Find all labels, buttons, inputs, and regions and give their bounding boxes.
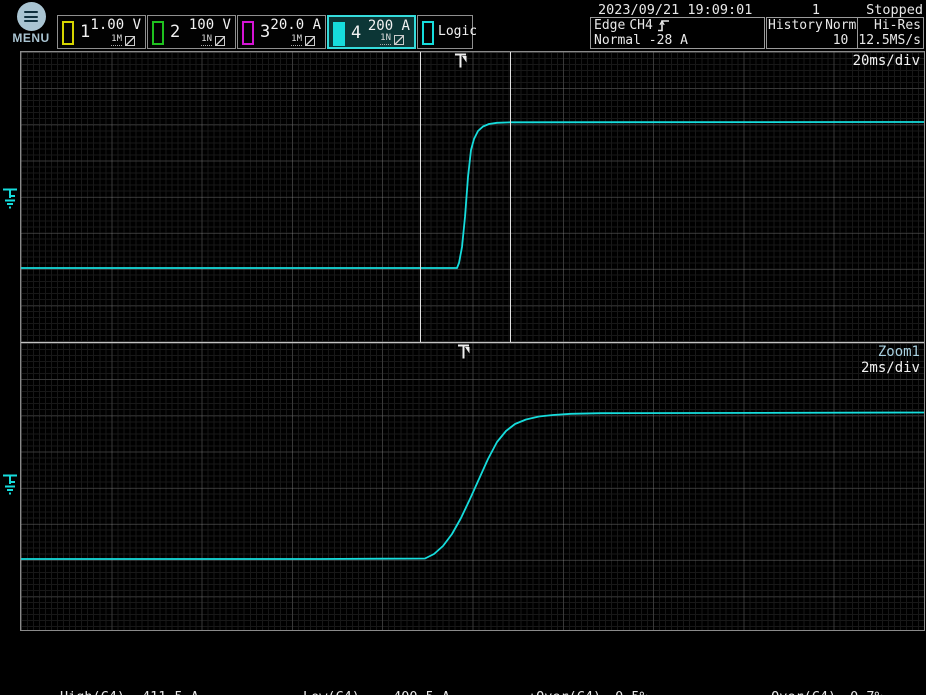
- channel-4-number: 4: [351, 23, 361, 43]
- trigger-line1: Edge CH4: [594, 18, 761, 33]
- trigger-line2: Normal -28 A: [594, 33, 761, 48]
- trigger-type: Edge: [594, 18, 625, 33]
- measurement-high: High(C4)411.5 A: [60, 689, 215, 695]
- main-waveform-window[interactable]: 20ms/div: [21, 52, 924, 343]
- run-status[interactable]: Stopped: [866, 2, 923, 18]
- measurement-value: -400.5 A: [371, 689, 450, 695]
- measurement-nover: -Over(C4)0.7%: [763, 689, 883, 695]
- ch4-trace-main: [21, 52, 924, 342]
- channel-2-number: 2: [170, 22, 180, 42]
- trigger-info-box[interactable]: Edge CH4 Normal -28 A: [590, 17, 765, 49]
- measurement-value: 0.7%: [836, 689, 883, 695]
- probe-icon: [125, 36, 135, 46]
- impedance-icon: 1M: [291, 35, 302, 46]
- probe-icon: [394, 35, 404, 45]
- acq-mode: Norm: [825, 18, 856, 33]
- resolution-mode: Hi-Res: [858, 18, 921, 33]
- channel-2-icons: 1N: [201, 35, 225, 46]
- measurement-value: 411.5 A: [128, 689, 199, 695]
- channel-1-number: 1: [80, 22, 90, 42]
- zoom-waveform-window[interactable]: Zoom1 2ms/div: [21, 343, 924, 630]
- channel-box-4[interactable]: 4 200 A 1N: [327, 15, 416, 49]
- zoom-window-title: Zoom1: [878, 344, 920, 360]
- acquisition-count: 1: [780, 2, 820, 18]
- scope-display: 20ms/div Zoom1 2ms/div: [20, 51, 925, 631]
- measurement-low: Low(C4)-400.5 A: [303, 689, 450, 695]
- zoom-region-right-line[interactable]: [510, 52, 511, 342]
- trigger-position-marker[interactable]: [454, 53, 468, 69]
- channel-2-scale: 100 V: [189, 17, 231, 33]
- menu-label: MENU: [10, 31, 52, 45]
- datetime: 2023/09/21 19:09:01: [598, 2, 752, 18]
- sample-rate: 12.5MS/s: [858, 33, 921, 48]
- measurement-label: +Over(C4): [528, 689, 601, 695]
- channel-4-icons: 1N: [380, 34, 404, 45]
- measurement-column-3: +Over(C4)0.5%: [528, 657, 648, 695]
- channel-3-color-bar: [242, 21, 254, 45]
- ch4-ground-marker-main[interactable]: [1, 186, 20, 210]
- logic-label: Logic: [438, 24, 477, 39]
- acquisition-info-box[interactable]: History Norm 10 Hi-Res 12.5MS/s: [766, 17, 924, 49]
- channel-1-icons: 1M: [111, 35, 135, 46]
- history-section: History Norm 10: [767, 18, 858, 48]
- zoom-region-left-line[interactable]: [420, 52, 421, 342]
- rising-edge-icon: [657, 19, 670, 32]
- channel-2-color-bar: [152, 21, 164, 45]
- oscilloscope-screen: MENU 1 1.00 V 1M 2 100 V 1N 3 20.0 A: [0, 0, 926, 695]
- measurement-column-1: High(C4)411.5 A Rise(C4)1.62672ms: [60, 657, 215, 695]
- channel-box-3[interactable]: 3 20.0 A 1M: [237, 15, 326, 49]
- main-timebase-label: 20ms/div: [853, 53, 920, 69]
- probe-icon: [215, 36, 225, 46]
- measurement-pover: +Over(C4)0.5%: [528, 689, 648, 695]
- channel-4-scale: 200 A: [368, 18, 410, 34]
- trigger-source: CH4: [629, 18, 652, 33]
- impedance-icon: 1N: [380, 34, 391, 45]
- channel-3-icons: 1M: [291, 35, 315, 46]
- measurement-label: High(C4): [60, 689, 128, 695]
- measurement-column-4: -Over(C4)0.7%: [763, 657, 883, 695]
- channel-4-color-bar: [333, 22, 345, 46]
- menu-icon: [17, 2, 46, 31]
- impedance-icon: 1N: [201, 35, 212, 46]
- probe-icon: [305, 36, 315, 46]
- impedance-icon: 1M: [111, 35, 122, 46]
- measurement-column-2: Low(C4)-400.5 A Fall(C4)*****: [303, 657, 450, 695]
- resolution-section: Hi-Res 12.5MS/s: [858, 18, 923, 48]
- channel-row: 1 1.00 V 1M 2 100 V 1N 3 20.0 A 1M: [57, 15, 474, 49]
- ch4-trace-zoom: [21, 343, 924, 630]
- measurement-label: Low(C4): [303, 689, 371, 695]
- menu-button[interactable]: MENU: [10, 2, 52, 45]
- ch4-ground-marker-zoom[interactable]: [1, 472, 20, 496]
- zoom-timebase-label: 2ms/div: [861, 360, 920, 376]
- zoom-trigger-position-marker[interactable]: [457, 344, 471, 360]
- channel-3-number: 3: [260, 22, 270, 42]
- history-label: History: [768, 18, 823, 33]
- channel-1-color-bar: [62, 21, 74, 45]
- channel-box-2[interactable]: 2 100 V 1N: [147, 15, 236, 49]
- logic-color-bar: [422, 21, 434, 45]
- measurement-value: 0.5%: [601, 689, 648, 695]
- logic-box[interactable]: Logic: [417, 15, 473, 49]
- channel-1-scale: 1.00 V: [90, 17, 141, 33]
- history-count: 10: [768, 33, 856, 48]
- channel-box-1[interactable]: 1 1.00 V 1M: [57, 15, 146, 49]
- channel-3-scale: 20.0 A: [270, 17, 321, 33]
- measurement-label: -Over(C4): [763, 689, 836, 695]
